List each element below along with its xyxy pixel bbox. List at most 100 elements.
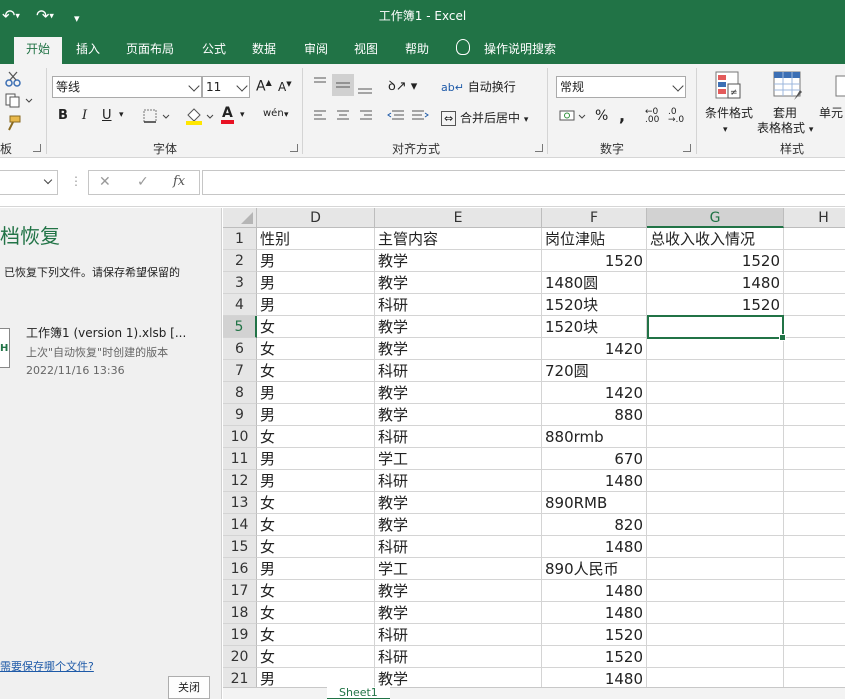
tab-data[interactable]: 数据 — [252, 40, 276, 64]
merge-center-button[interactable]: ⇔ 合并后居中 ▾ — [441, 109, 528, 126]
clipboard-launcher-icon[interactable] — [33, 144, 41, 152]
cell-h4[interactable] — [784, 294, 845, 316]
cell-e5[interactable]: 教学 — [375, 316, 542, 338]
cell-h9[interactable] — [784, 404, 845, 426]
tab-page-layout[interactable]: 页面布局 — [126, 40, 174, 64]
cell-g3[interactable]: 1480 — [647, 272, 784, 294]
cell-f4[interactable]: 1520块 — [542, 294, 647, 316]
cell-e14[interactable]: 教学 — [375, 514, 542, 536]
cell-e4[interactable]: 科研 — [375, 294, 542, 316]
underline-dropdown-icon[interactable]: ▾ — [119, 110, 124, 120]
cell-d6[interactable]: 女 — [257, 338, 375, 360]
tab-help[interactable]: 帮助 — [405, 40, 429, 64]
column-header-d[interactable]: D — [257, 208, 375, 228]
tab-review[interactable]: 审阅 — [304, 40, 328, 64]
cell-d8[interactable]: 男 — [257, 382, 375, 404]
cell-h15[interactable] — [784, 536, 845, 558]
cell-g13[interactable] — [647, 492, 784, 514]
active-cell-selection[interactable] — [647, 315, 786, 341]
cell-h3[interactable] — [784, 272, 845, 294]
cell-g12[interactable] — [647, 470, 784, 492]
row-header-9[interactable]: 9 — [223, 404, 257, 426]
percent-button[interactable]: % — [595, 108, 608, 124]
cell-d4[interactable]: 男 — [257, 294, 375, 316]
cell-g19[interactable] — [647, 624, 784, 646]
cell-h12[interactable] — [784, 470, 845, 492]
row-header-7[interactable]: 7 — [223, 360, 257, 382]
cell-g20[interactable] — [647, 646, 784, 668]
underline-button[interactable]: U — [102, 108, 112, 123]
cell-h1[interactable] — [784, 228, 845, 250]
cell-h14[interactable] — [784, 514, 845, 536]
cell-f14[interactable]: 820 — [542, 514, 647, 536]
cell-f1[interactable]: 岗位津贴 — [542, 228, 647, 250]
conditional-formatting-button[interactable]: 条件格式 ▾ — [705, 104, 753, 135]
cut-icon[interactable] — [4, 70, 22, 88]
cell-f13[interactable]: 890RMB — [542, 492, 647, 514]
accounting-format-icon[interactable] — [558, 108, 588, 124]
cell-h8[interactable] — [784, 382, 845, 404]
cell-f19[interactable]: 1520 — [542, 624, 647, 646]
cell-h16[interactable] — [784, 558, 845, 580]
fill-color-icon[interactable] — [184, 106, 216, 126]
name-box[interactable] — [0, 170, 58, 195]
cell-f15[interactable]: 1480 — [542, 536, 647, 558]
cell-e6[interactable]: 教学 — [375, 338, 542, 360]
cell-g14[interactable] — [647, 514, 784, 536]
cell-h17[interactable] — [784, 580, 845, 602]
cell-e2[interactable]: 教学 — [375, 250, 542, 272]
bold-button[interactable]: B — [58, 108, 68, 123]
tab-formulas[interactable]: 公式 — [202, 40, 226, 64]
cell-e18[interactable]: 教学 — [375, 602, 542, 624]
row-header-5[interactable]: 5 — [223, 316, 257, 338]
orientation-icon[interactable]: ꝺ↗ ▾ — [388, 76, 417, 94]
cell-g7[interactable] — [647, 360, 784, 382]
cell-d7[interactable]: 女 — [257, 360, 375, 382]
cell-h18[interactable] — [784, 602, 845, 624]
cell-f8[interactable]: 1420 — [542, 382, 647, 404]
cell-g2[interactable]: 1520 — [647, 250, 784, 272]
row-header-18[interactable]: 18 — [223, 602, 257, 624]
column-header-f[interactable]: F — [542, 208, 647, 228]
font-color-button[interactable]: A — [221, 106, 234, 124]
row-header-19[interactable]: 19 — [223, 624, 257, 646]
cell-e10[interactable]: 科研 — [375, 426, 542, 448]
row-header-12[interactable]: 12 — [223, 470, 257, 492]
row-header-1[interactable]: 1 — [223, 228, 257, 250]
cell-d2[interactable]: 男 — [257, 250, 375, 272]
cell-g4[interactable]: 1520 — [647, 294, 784, 316]
confirm-entry-button[interactable]: ✓ — [137, 174, 149, 190]
cell-e8[interactable]: 教学 — [375, 382, 542, 404]
cell-g11[interactable] — [647, 448, 784, 470]
grow-font-button[interactable]: A▲ — [256, 78, 272, 95]
cell-e7[interactable]: 科研 — [375, 360, 542, 382]
phonetic-button[interactable]: wén — [263, 108, 284, 119]
row-header-2[interactable]: 2 — [223, 250, 257, 272]
cell-d18[interactable]: 女 — [257, 602, 375, 624]
cell-e16[interactable]: 学工 — [375, 558, 542, 580]
cell-f7[interactable]: 720圆 — [542, 360, 647, 382]
cell-g15[interactable] — [647, 536, 784, 558]
row-header-4[interactable]: 4 — [223, 294, 257, 316]
cell-h20[interactable] — [784, 646, 845, 668]
vertical-align-icons[interactable] — [312, 74, 376, 96]
row-header-20[interactable]: 20 — [223, 646, 257, 668]
cell-h5[interactable] — [784, 316, 845, 338]
comma-button[interactable]: , — [619, 106, 625, 125]
cell-h10[interactable] — [784, 426, 845, 448]
cell-d16[interactable]: 男 — [257, 558, 375, 580]
worksheet-grid[interactable]: D E F G H 1 性别 主管内容 岗位津贴 总收入收入情况 2 男教学 1520 1520 3 男教学 1… — [223, 208, 845, 699]
column-header-h[interactable]: H — [784, 208, 845, 228]
cell-d13[interactable]: 女 — [257, 492, 375, 514]
shrink-font-button[interactable]: A▼ — [278, 80, 292, 94]
tab-insert[interactable]: 插入 — [76, 40, 100, 64]
select-all-button[interactable] — [223, 208, 257, 228]
formula-input[interactable] — [202, 170, 845, 195]
recovered-file-name[interactable]: 工作簿1 (version 1).xlsb [... — [26, 324, 186, 341]
cell-e12[interactable]: 科研 — [375, 470, 542, 492]
indent-icons[interactable] — [386, 108, 430, 124]
cell-g10[interactable] — [647, 426, 784, 448]
cell-g9[interactable] — [647, 404, 784, 426]
cell-e15[interactable]: 科研 — [375, 536, 542, 558]
decrease-decimal-button[interactable]: .0 →.0 — [668, 108, 684, 125]
